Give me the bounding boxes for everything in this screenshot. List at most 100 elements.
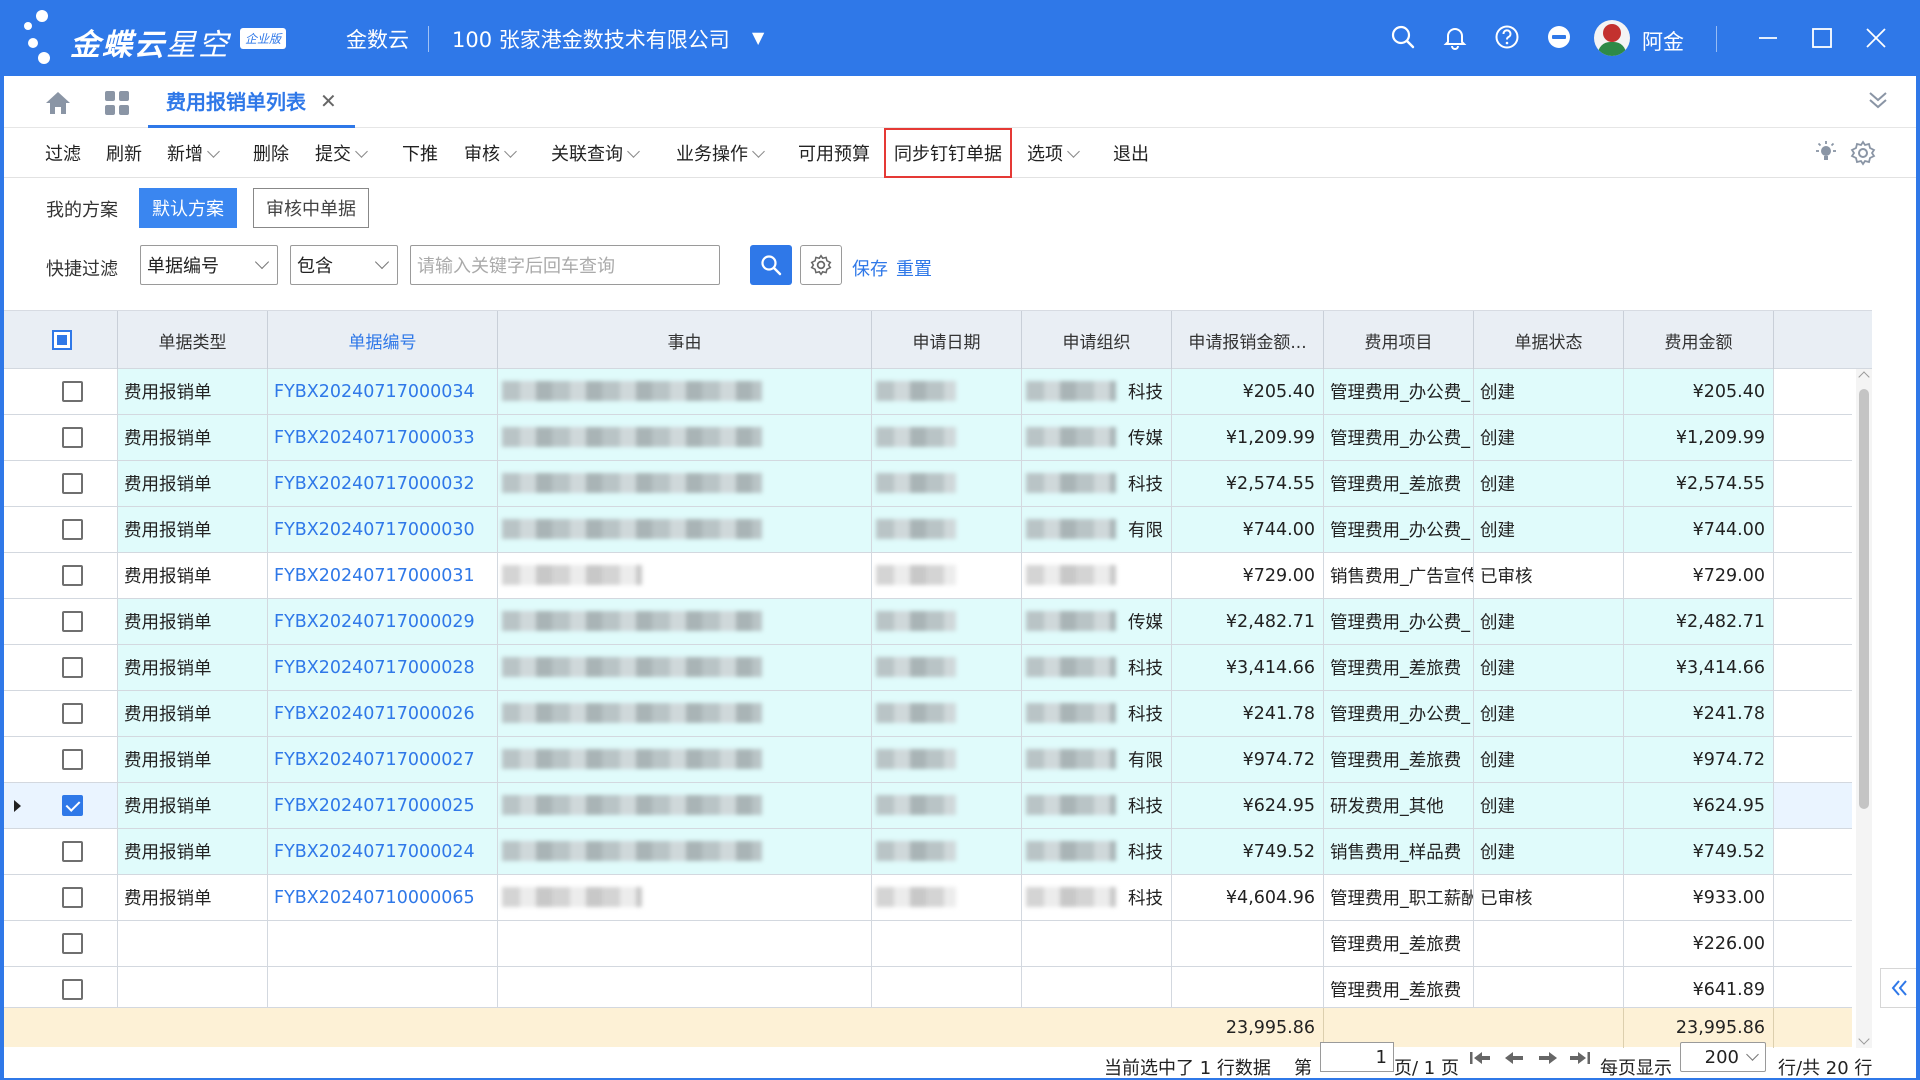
last-page-icon[interactable] <box>1568 1048 1592 1073</box>
tab-expense-list[interactable]: 费用报销单列表 ✕ <box>148 76 355 128</box>
cell-doc-no[interactable]: FYBX20240717000024 <box>268 829 498 874</box>
table-row[interactable]: 费用报销单 FYBX20240717000031 ¥729.00 销售费用_广告宣传已… <box>4 553 1852 599</box>
side-panel-toggle[interactable] <box>1880 968 1916 1008</box>
row-checkbox[interactable] <box>62 841 83 862</box>
table-row[interactable]: 费用报销单 FYBX20240717000029 传媒 ¥2,482.71 管理费用_办… <box>4 599 1852 645</box>
exit-button[interactable]: 退出 <box>1113 140 1149 166</box>
col-doc-type[interactable]: 单据类型 <box>118 311 268 369</box>
refresh-button[interactable]: 刷新 <box>106 140 142 166</box>
business-ops-button[interactable]: 业务操作 <box>676 140 765 166</box>
audit-button[interactable]: 审核 <box>464 140 517 166</box>
filter-settings-button[interactable] <box>800 245 842 285</box>
table-row[interactable]: 费用报销单 FYBX20240717000033 传媒 ¥1,209.99 管理费用_办… <box>4 415 1852 461</box>
scheme-auditing-button[interactable]: 审核中单据 <box>253 188 369 228</box>
row-checkbox[interactable] <box>62 979 83 1000</box>
col-status[interactable]: 单据状态 <box>1474 311 1624 369</box>
cell-doc-no[interactable] <box>268 967 498 1007</box>
table-row[interactable]: 费用报销单 FYBX20240717000025 科技 ¥624.95 研发费用_其他创… <box>4 783 1852 829</box>
table-row[interactable]: 费用报销单 FYBX20240717000032 科技 ¥2,574.55 管理费用_差… <box>4 461 1852 507</box>
scroll-up-icon[interactable] <box>1858 371 1870 383</box>
cell-doc-no[interactable]: FYBX20240717000027 <box>268 737 498 782</box>
col-doc-no[interactable]: 单据编号 <box>268 311 498 369</box>
col-apply-date[interactable]: 申请日期 <box>872 311 1022 369</box>
help-icon[interactable] <box>1492 22 1522 52</box>
filter-button[interactable]: 过滤 <box>45 140 81 166</box>
user-name[interactable]: 阿金 <box>1642 26 1684 56</box>
cell-doc-no[interactable] <box>268 921 498 966</box>
maximize-icon[interactable] <box>1806 22 1838 54</box>
cell-doc-no[interactable]: FYBX20240710000065 <box>268 875 498 920</box>
table-row[interactable]: 费用报销单 FYBX20240717000024 科技 ¥749.52 销售费用_样品费… <box>4 829 1852 875</box>
apps-grid-icon[interactable] <box>104 90 130 121</box>
table-row[interactable]: 费用报销单 FYBX20240717000030 有限 ¥744.00 管理费用_办公费… <box>4 507 1852 553</box>
minimize-icon[interactable] <box>1752 22 1784 54</box>
table-row[interactable]: 费用报销单 FYBX20240717000034 科技 ¥205.40 管理费用_办公费… <box>4 369 1852 415</box>
delete-button[interactable]: 删除 <box>253 140 289 166</box>
grid-vertical-scrollbar[interactable] <box>1856 369 1872 1049</box>
row-checkbox[interactable] <box>62 887 83 908</box>
col-fee-amount[interactable]: 费用金额 <box>1624 311 1774 369</box>
table-row[interactable]: 费用报销单 FYBX20240717000027 有限 ¥974.72 管理费用_差旅费… <box>4 737 1852 783</box>
scheme-default-button[interactable]: 默认方案 <box>139 188 237 228</box>
close-window-icon[interactable] <box>1860 22 1892 54</box>
scroll-down-icon[interactable] <box>1858 1033 1870 1045</box>
table-row[interactable]: 费用报销单 FYBX20240710000065 科技 ¥4,604.96 管理费用_职… <box>4 875 1852 921</box>
next-page-icon[interactable] <box>1536 1048 1560 1073</box>
minus-circle-icon[interactable] <box>1544 22 1574 52</box>
prev-page-icon[interactable] <box>1502 1048 1526 1073</box>
filter-operator-select[interactable]: 包含 <box>290 245 398 285</box>
row-checkbox[interactable] <box>62 519 83 540</box>
new-button[interactable]: 新增 <box>167 140 220 166</box>
reset-filter-link[interactable]: 重置 <box>896 255 932 281</box>
cell-doc-no[interactable]: FYBX20240717000026 <box>268 691 498 736</box>
row-checkbox[interactable] <box>62 473 83 494</box>
first-page-icon[interactable] <box>1468 1048 1492 1073</box>
double-chevron-down-icon[interactable] <box>1866 88 1890 117</box>
cell-doc-no[interactable]: FYBX20240717000028 <box>268 645 498 690</box>
search-button[interactable] <box>750 245 792 285</box>
row-checkbox[interactable] <box>62 565 83 586</box>
cell-doc-no[interactable]: FYBX20240717000033 <box>268 415 498 460</box>
lightbulb-icon[interactable] <box>1814 140 1838 169</box>
per-page-select[interactable]: 200 <box>1680 1042 1766 1072</box>
search-icon[interactable] <box>1388 22 1418 52</box>
cell-doc-no[interactable]: FYBX20240717000034 <box>268 369 498 414</box>
filter-field-select[interactable]: 单据编号 <box>140 245 278 285</box>
org-dropdown-icon[interactable]: ▼ <box>752 28 764 47</box>
row-checkbox[interactable] <box>62 703 83 724</box>
tab-close-icon[interactable]: ✕ <box>320 89 337 113</box>
row-checkbox[interactable] <box>62 427 83 448</box>
row-checkbox[interactable] <box>62 933 83 954</box>
col-apply-amount[interactable]: 申请报销金额... <box>1172 311 1324 369</box>
cell-doc-no[interactable]: FYBX20240717000025 <box>268 783 498 828</box>
cell-doc-no[interactable]: FYBX20240717000030 <box>268 507 498 552</box>
cell-doc-no[interactable]: FYBX20240717000031 <box>268 553 498 598</box>
table-row[interactable]: 费用报销单 FYBX20240717000028 科技 ¥3,414.66 管理费用_差… <box>4 645 1852 691</box>
app-name[interactable]: 金数云 <box>346 24 409 54</box>
row-checkbox[interactable] <box>62 381 83 402</box>
table-row[interactable]: 费用报销单 FYBX20240717000026 科技 ¥241.78 管理费用_办公费… <box>4 691 1852 737</box>
available-budget-button[interactable]: 可用预算 <box>798 140 870 166</box>
col-reason[interactable]: 事由 <box>498 311 872 369</box>
row-checkbox[interactable] <box>62 795 83 816</box>
related-query-button[interactable]: 关联查询 <box>551 140 640 166</box>
save-filter-link[interactable]: 保存 <box>852 255 888 281</box>
settings-gear-icon[interactable] <box>1850 140 1876 171</box>
keyword-search-input[interactable]: 请输入关键字后回车查询 <box>410 245 720 285</box>
options-button[interactable]: 选项 <box>1027 140 1080 166</box>
col-expense-item[interactable]: 费用项目 <box>1324 311 1474 369</box>
org-switcher[interactable]: 100 张家港金数技术有限公司 <box>452 24 730 54</box>
cell-doc-no[interactable]: FYBX20240717000029 <box>268 599 498 644</box>
page-number-input[interactable]: 1 <box>1320 1042 1394 1072</box>
table-row[interactable]: 管理费用_差旅费 ¥641.89 <box>4 967 1852 1007</box>
cell-doc-no[interactable]: FYBX20240717000032 <box>268 461 498 506</box>
table-row[interactable]: 管理费用_差旅费 ¥226.00 <box>4 921 1852 967</box>
select-all-checkbox[interactable] <box>52 330 72 350</box>
row-checkbox[interactable] <box>62 749 83 770</box>
home-icon[interactable] <box>44 90 72 121</box>
submit-button[interactable]: 提交 <box>315 140 368 166</box>
col-apply-org[interactable]: 申请组织 <box>1022 311 1172 369</box>
push-down-button[interactable]: 下推 <box>402 140 438 166</box>
row-checkbox[interactable] <box>62 657 83 678</box>
bell-icon[interactable] <box>1440 22 1470 52</box>
